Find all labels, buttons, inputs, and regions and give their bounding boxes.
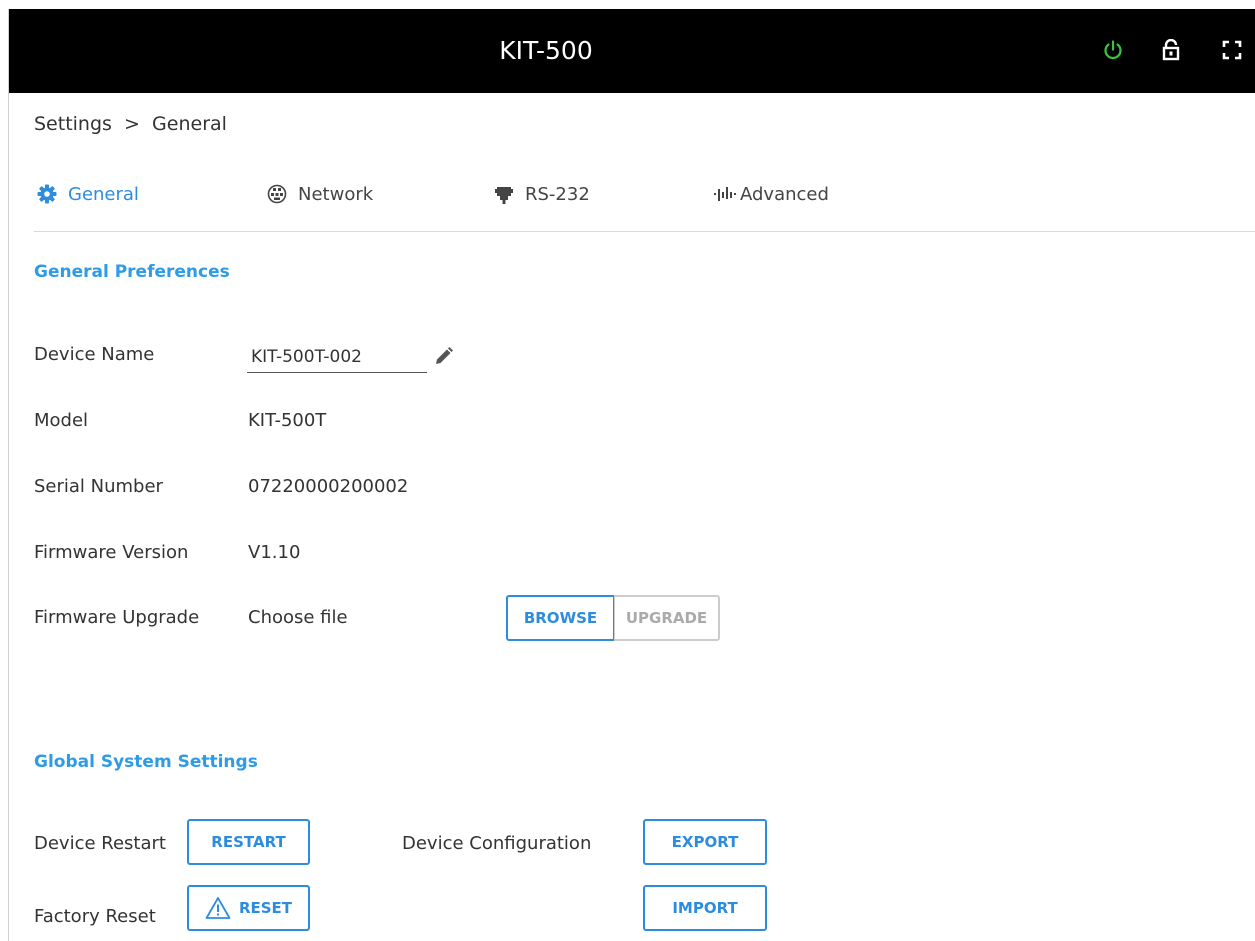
choose-file-text: Choose file [248,607,348,628]
power-icon[interactable] [1100,37,1126,63]
export-button[interactable]: EXPORT [643,819,767,865]
settings-tabs: General Network RS-232 Advanced [34,179,1255,213]
window-title: KIT-500 [499,36,593,65]
fullscreen-icon[interactable] [1219,37,1245,63]
device-name-label: Device Name [34,344,155,365]
warning-icon [205,896,231,920]
factory-reset-label: Factory Reset [34,906,156,927]
model-label: Model [34,410,89,431]
tabs-divider [34,231,1255,232]
tab-rs-232[interactable]: RS-232 [493,179,590,209]
serial-number-value: 07220000200002 [248,476,409,497]
title-bar: KIT-500 [9,9,1255,93]
firmware-upgrade-label: Firmware Upgrade [34,607,200,628]
tab-advanced[interactable]: Advanced [714,179,829,209]
lock-icon[interactable] [1158,37,1184,63]
app-window: KIT-500 Settings > General General Netwo… [8,9,1255,941]
upgrade-button[interactable]: UPGRADE [614,595,720,641]
firmware-button-group: BROWSE UPGRADE [506,595,721,641]
firmware-version-label: Firmware Version [34,542,189,563]
import-button[interactable]: IMPORT [643,885,767,931]
global-system-settings-title: Global System Settings [34,752,258,772]
breadcrumb: Settings > General [34,113,227,135]
tab-rs-232-label: RS-232 [525,183,590,205]
browse-button[interactable]: BROWSE [506,595,614,641]
firmware-version-value: V1.10 [248,542,301,563]
device-restart-label: Device Restart [34,833,166,854]
breadcrumb-current: General [152,113,227,135]
tab-network-label: Network [298,183,374,205]
tab-advanced-label: Advanced [740,183,829,205]
tab-general[interactable]: General [36,179,139,209]
advanced-icon [714,183,736,205]
serial-port-icon [493,183,515,205]
network-icon [266,183,288,205]
pencil-icon[interactable] [433,345,455,367]
reset-button-label: RESET [238,899,293,917]
device-configuration-label: Device Configuration [402,833,592,854]
device-name-field[interactable] [247,341,427,373]
reset-button[interactable]: RESET [187,885,310,931]
general-preferences-title: General Preferences [34,262,230,282]
restart-button[interactable]: RESTART [187,819,310,865]
gear-icon [36,183,58,205]
model-value: KIT-500T [248,410,327,431]
breadcrumb-parent[interactable]: Settings [34,113,112,135]
serial-number-label: Serial Number [34,476,163,497]
tab-network[interactable]: Network [266,179,373,209]
tab-general-label: General [68,183,139,205]
breadcrumb-separator: > [124,113,140,135]
